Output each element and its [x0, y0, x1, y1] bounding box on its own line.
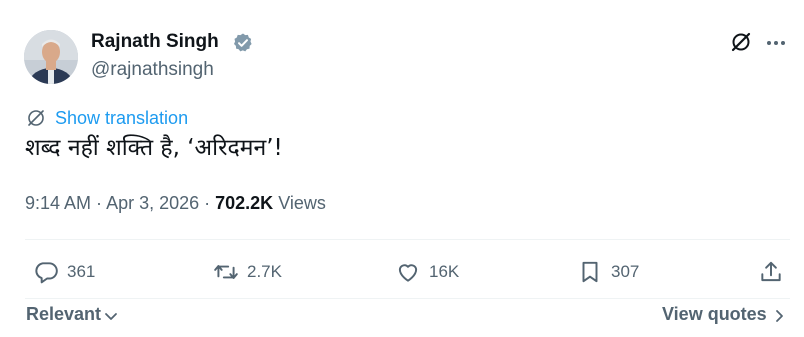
show-translation-button[interactable]: Show translation [26, 106, 188, 130]
repost-icon [214, 265, 238, 279]
like-button[interactable]: 16K [395, 258, 459, 286]
views-label: Views [273, 193, 326, 213]
more-icon[interactable] [764, 31, 788, 55]
avatar-image [24, 30, 78, 84]
reply-button[interactable]: 361 [33, 258, 95, 286]
meta-separator: · [91, 193, 107, 213]
bookmark-count: 307 [611, 262, 640, 281]
avatar[interactable] [24, 30, 78, 84]
meta-separator-2: · [199, 193, 216, 213]
tweet-meta: 9:14 AM · Apr 3, 2026 · 702.2K Views [25, 192, 326, 214]
divider-bottom [25, 298, 790, 299]
sort-dropdown[interactable]: Relevant [26, 304, 119, 325]
repost-count: 2.7K [247, 262, 282, 281]
grok-icon[interactable] [729, 30, 753, 54]
views-count: 702.2K [215, 193, 274, 213]
translate-icon [28, 110, 44, 126]
tweet-time[interactable]: 9:14 AM [25, 193, 91, 213]
sort-label: Relevant [26, 304, 102, 324]
show-translation-label[interactable]: Show translation [55, 107, 188, 129]
bookmark-icon [582, 261, 598, 283]
chevron-down-icon [105, 312, 117, 320]
author-name[interactable]: Rajnath Singh [91, 30, 219, 54]
author-handle[interactable]: @rajnathsingh [91, 58, 214, 82]
verified-badge-icon [232, 32, 254, 54]
chevron-right-icon [775, 309, 783, 322]
share-button[interactable] [758, 258, 784, 286]
reply-icon [35, 262, 58, 284]
tweet-text: शब्द नहीं शक्ति है, ‘अरिदमन’! [25, 135, 283, 161]
view-quotes-label: View quotes [662, 304, 767, 324]
heart-icon [398, 264, 418, 282]
reply-count: 361 [67, 262, 96, 281]
like-count: 16K [429, 262, 460, 281]
tweet-date[interactable]: Apr 3, 2026 [106, 193, 199, 213]
repost-button[interactable]: 2.7K [213, 258, 282, 286]
divider-top [25, 239, 790, 240]
share-icon [761, 261, 781, 282]
view-quotes-link[interactable]: View quotes [662, 304, 787, 325]
bookmark-button[interactable]: 307 [577, 258, 639, 286]
